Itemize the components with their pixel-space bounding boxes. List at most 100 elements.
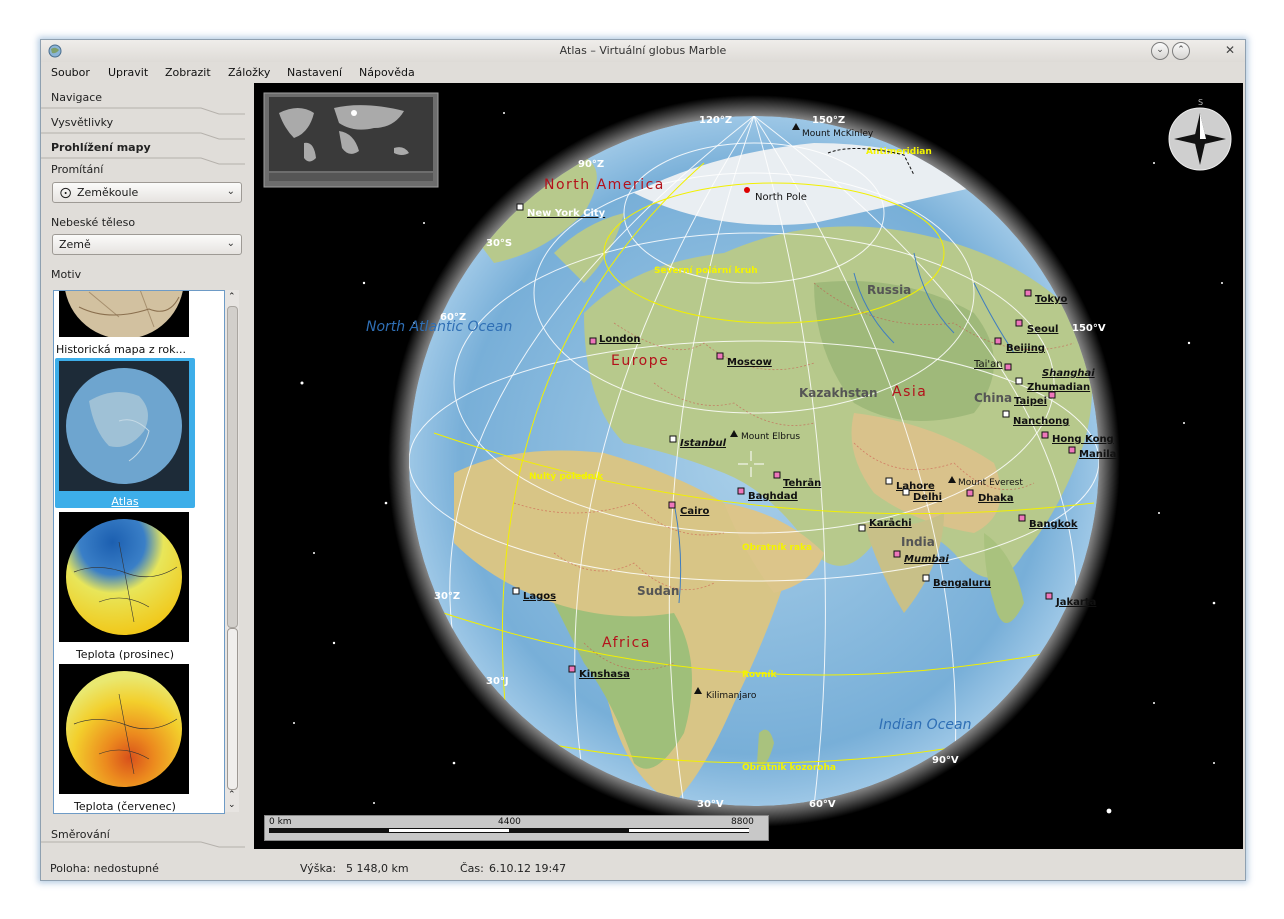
projection-label: Promítání (51, 163, 104, 176)
scale-bar: 0 km 4400 8800 (264, 815, 769, 841)
theme-item-temp-july[interactable]: Teplota (červenec) (54, 664, 224, 813)
theme-item-atlas[interactable]: Atlas (55, 358, 195, 508)
scrollbar-handle[interactable] (227, 628, 238, 790)
label-sudan: Sudan (637, 584, 679, 598)
city-marker (1048, 391, 1056, 399)
chevron-down-icon: ⌄ (226, 186, 235, 197)
city-tehran[interactable]: Tehrān (783, 478, 821, 489)
label-arctic-circle: Severní polární kruh (654, 266, 758, 276)
scrollbar-track-upper (227, 306, 238, 628)
city-new-york-city[interactable]: New York City (527, 208, 606, 219)
celestial-body-value: Země (59, 238, 91, 251)
scale-bar-track (269, 828, 749, 833)
city-mumbai[interactable]: Mumbai (904, 554, 949, 565)
label-tropic-of-capricorn: Obratník kozoroha (742, 763, 836, 773)
coord-label: 30°S (486, 238, 512, 249)
city-zhumadian[interactable]: Zhumadian (1027, 382, 1090, 393)
menu-settings[interactable]: Nastavení (287, 66, 342, 79)
label-africa: Africa (602, 635, 651, 651)
tab-legend[interactable]: Vysvětlivky (41, 110, 245, 134)
city-taian[interactable]: Tai'an (973, 359, 1003, 370)
city-marker (773, 471, 781, 479)
maximize-icon[interactable]: ⌃ (1172, 42, 1190, 60)
city-lahore[interactable]: Lahore (896, 481, 935, 492)
menu-file[interactable]: Soubor (51, 66, 90, 79)
label-mount-mckinley: Mount McKinley (802, 129, 874, 139)
menu-view[interactable]: Zobrazit (165, 66, 211, 79)
city-dhaka[interactable]: Dhaka (978, 493, 1014, 504)
city-marker (1045, 592, 1053, 600)
city-bengaluru[interactable]: Bengaluru (933, 578, 991, 589)
chevron-down-icon[interactable]: ⌄ (228, 800, 236, 810)
label-mount-everest: Mount Everest (958, 478, 1023, 488)
chevron-up-icon[interactable]: ⌃ (228, 790, 236, 800)
city-kinshasa[interactable]: Kinshasa (579, 669, 630, 680)
city-nanchong[interactable]: Nanchong (1013, 416, 1069, 427)
status-bar: Poloha: nedostupné Výška: 5 148,0 km Čas… (41, 849, 1245, 880)
chevron-up-icon[interactable]: ⌃ (228, 292, 236, 302)
label-north-america: North America (544, 177, 665, 193)
city-lagos[interactable]: Lagos (523, 591, 556, 602)
city-marker (885, 477, 893, 485)
city-shanghai[interactable]: Shanghai (1042, 368, 1095, 379)
city-tokyo[interactable]: Tokyo (1035, 294, 1068, 305)
celestial-body-select[interactable]: Země ⌄ (52, 234, 242, 255)
label-china: China (974, 391, 1012, 405)
theme-item-temp-december[interactable]: Teplota (prosinec) (54, 512, 224, 662)
coord-label: 60°Z (440, 312, 466, 323)
city-london[interactable]: London (599, 334, 641, 345)
city-baghdad[interactable]: Baghdad (748, 491, 798, 502)
city-marker (1015, 319, 1023, 327)
city-marker (1004, 363, 1012, 371)
city-marker (512, 587, 520, 595)
city-istanbul[interactable]: Istanbul (680, 438, 727, 449)
menu-help[interactable]: Nápověda (359, 66, 415, 79)
city-jakarta[interactable]: Jakarta (1055, 597, 1096, 608)
theme-item-label: Teplota (červenec) (74, 800, 176, 813)
coord-label: 30°V (697, 799, 724, 810)
city-hong-kong[interactable]: Hong Kong (1052, 434, 1114, 445)
label-asia: Asia (892, 384, 927, 400)
city-beijing[interactable]: Beijing (1006, 343, 1045, 354)
label-indian-ocean: Indian Ocean (879, 717, 971, 733)
map-view[interactable]: North America Europe Asia Africa North A… (254, 83, 1243, 849)
side-panel: Navigace Vysvětlivky Prohlížení mapy Pro… (41, 83, 253, 849)
status-time-label: Čas: (460, 862, 484, 875)
coord-label: 30°J (486, 676, 509, 687)
coord-label: 30°Z (434, 591, 460, 602)
compass-icon[interactable]: S (1168, 98, 1232, 171)
city-delhi[interactable]: Delhi (913, 492, 942, 503)
globe[interactable] (409, 116, 1099, 806)
tab-map-view[interactable]: Prohlížení mapy (41, 135, 245, 159)
label-tropic-of-cancer: Obratník raka (742, 543, 812, 553)
city-marker (922, 574, 930, 582)
city-manila[interactable]: Manila (1079, 449, 1116, 460)
city-karachi[interactable]: Karāchi (869, 518, 912, 529)
globe-projection-icon: ⨀ (60, 186, 71, 199)
close-icon[interactable]: ✕ (1221, 42, 1239, 60)
main-window: Atlas – Virtuální globus Marble ⌄ ⌃ ✕ So… (40, 39, 1246, 881)
status-altitude-label: Výška: (300, 862, 337, 875)
projection-select[interactable]: ⨀ Zeměkoule ⌄ (52, 182, 242, 203)
city-bangkok[interactable]: Bangkok (1029, 519, 1078, 530)
temp-december-thumbnail (59, 512, 189, 642)
menu-edit[interactable]: Upravit (108, 66, 148, 79)
label-europe: Europe (611, 353, 669, 369)
city-cairo[interactable]: Cairo (680, 506, 709, 517)
theme-item-historical[interactable]: Historická mapa z rok... (54, 291, 224, 357)
city-moscow[interactable]: Moscow (727, 357, 772, 368)
city-seoul[interactable]: Seoul (1027, 324, 1058, 335)
tab-legend-label: Vysvětlivky (51, 116, 114, 129)
city-marker (1024, 289, 1032, 297)
theme-list[interactable]: Historická mapa z rok... Atlas Teplota (… (53, 290, 225, 814)
menu-bookmarks[interactable]: Záložky (228, 66, 270, 79)
minimize-icon[interactable]: ⌄ (1151, 42, 1169, 60)
theme-item-label: Teplota (prosinec) (75, 648, 175, 661)
status-position: Poloha: nedostupné (50, 862, 159, 875)
theme-list-scrollbar[interactable]: ⌃ ⌃ ⌄ (225, 290, 239, 812)
overview-map[interactable] (263, 92, 439, 188)
globe-canvas[interactable]: North America Europe Asia Africa North A… (254, 83, 1243, 849)
city-marker (1018, 514, 1026, 522)
city-marker (1068, 446, 1076, 454)
city-taipei[interactable]: Taipei (1014, 396, 1047, 407)
